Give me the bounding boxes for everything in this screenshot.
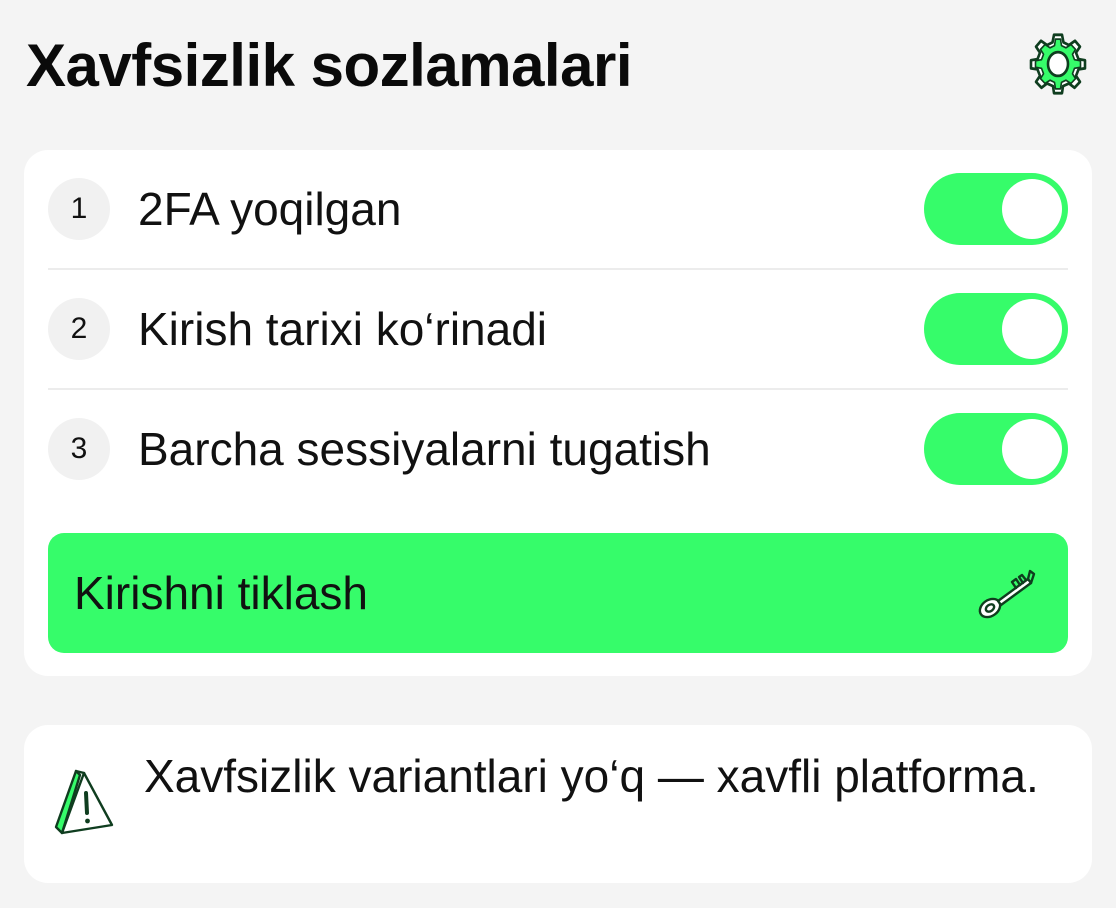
setting-row-2fa: 1 2FA yoqilgan [48, 150, 1068, 270]
settings-button[interactable] [1026, 28, 1090, 100]
toggle-end-sessions[interactable] [924, 413, 1068, 485]
warning-card: Xavfsizlik variantlari yo‘q — xavfli pla… [24, 725, 1092, 883]
setting-label: Barcha sessiyalarni tugatish [138, 423, 711, 475]
gear-icon [1029, 33, 1087, 95]
toggle-2fa[interactable] [924, 173, 1068, 245]
key-icon [978, 569, 1036, 619]
header: Xavfsizlik sozlamalari [26, 22, 1090, 106]
setting-row-login-history: 2 Kirish tarixi ko‘rinadi [48, 270, 1068, 390]
setting-label: 2FA yoqilgan [138, 183, 402, 235]
toggle-knob [1002, 419, 1062, 479]
warning-text: Xavfsizlik variantlari yo‘q — xavfli pla… [144, 750, 1039, 802]
row-number: 3 [48, 418, 110, 480]
row-number: 2 [48, 298, 110, 360]
row-number: 1 [48, 178, 110, 240]
restore-access-button[interactable]: Kirishni tiklash [48, 533, 1068, 653]
toggle-knob [1002, 299, 1062, 359]
security-settings-card: 1 2FA yoqilgan 2 Kirish tarixi ko‘rinadi… [24, 150, 1092, 676]
restore-access-label: Kirishni tiklash [74, 567, 368, 619]
toggle-knob [1002, 179, 1062, 239]
setting-label: Kirish tarixi ko‘rinadi [138, 303, 548, 355]
toggle-login-history[interactable] [924, 293, 1068, 365]
warning-icon [54, 769, 114, 835]
setting-row-end-sessions: 3 Barcha sessiyalarni tugatish [48, 390, 1068, 510]
page-title: Xavfsizlik sozlamalari [26, 32, 633, 99]
